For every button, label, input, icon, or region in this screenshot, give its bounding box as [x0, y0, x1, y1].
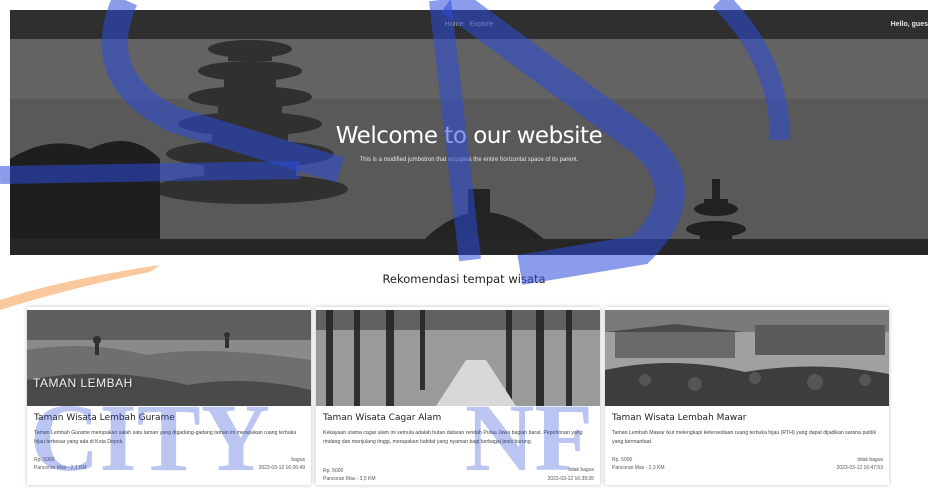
card-title[interactable]: Taman Wisata Lembah Mawar [612, 413, 747, 423]
nav-link-home[interactable]: Home [445, 21, 464, 28]
card-status: tidak bagus [568, 467, 594, 473]
user-greeting[interactable]: Hello, gues [891, 10, 928, 39]
card-status: tidak bagus [857, 457, 883, 463]
jumbotron-hero: Welcome to our website This is a modifie… [10, 39, 928, 255]
card-location: Pancoran Mas - 3,5 KM [323, 476, 376, 482]
destination-card[interactable]: Taman Wisata Cagar Alam Kekayaan utama c… [316, 307, 600, 485]
card-title[interactable]: Taman Wisata Lembah Gurame [34, 413, 175, 423]
section-heading: Rekomendasi tempat wisata [382, 272, 546, 286]
destination-card[interactable]: TAMAN LEMBAH Taman Wisata Lembah Gurame … [27, 307, 311, 485]
nav-link-explore[interactable]: Explore [469, 21, 493, 28]
card-price: Rp. 5000 [34, 457, 55, 463]
card-location: Pancoran Mas - 2,3 KM [612, 465, 665, 471]
card-image [27, 310, 311, 406]
card-title[interactable]: Taman Wisata Cagar Alam [323, 413, 441, 423]
card-image [605, 310, 889, 406]
card-price: Rp. 5000 [323, 468, 344, 474]
card-date: 2023-03-12 16:47:53 [836, 465, 883, 471]
nav-links: Home Explore [445, 21, 493, 28]
hero-title: Welcome to our website [335, 123, 603, 149]
card-date: 2023-03-12 16:39:35 [547, 476, 594, 482]
destination-card[interactable]: Taman Wisata Lembah Mawar Taman Lembah M… [605, 307, 889, 485]
card-image [316, 310, 600, 406]
hero-subtitle: This is a modified jumbotron that occupi… [359, 157, 579, 163]
card-price: Rp. 5000 [612, 457, 633, 463]
card-date: 2023-03-12 16:26:49 [258, 465, 305, 471]
card-description: Taman Lembah Mawar ikut melengkapi keter… [612, 430, 877, 445]
card-location: Pancoran Mas - 2,1 KM [34, 465, 87, 471]
card-status: bagus [291, 457, 305, 463]
card-description: Kekayaan utama cagar alam ini semula ada… [323, 430, 583, 445]
card-description: Taman Lembah Gurame merupakan salah satu… [34, 430, 297, 445]
card-image-caption: TAMAN LEMBAH [33, 376, 133, 390]
top-navbar: Home Explore Hello, gues [10, 10, 928, 39]
